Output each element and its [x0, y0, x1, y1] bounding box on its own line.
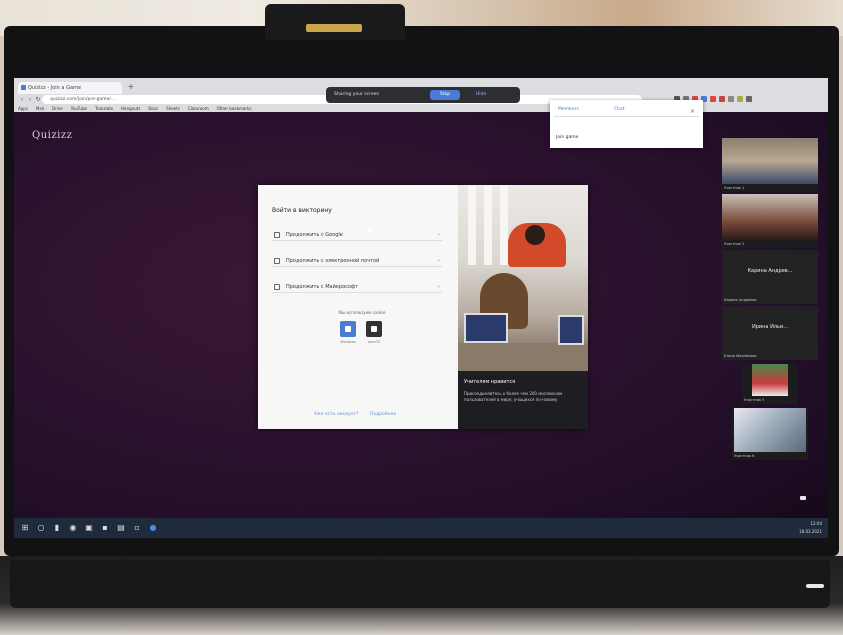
task-view-icon[interactable]: ▮ [52, 523, 62, 533]
extension-icon[interactable] [710, 96, 716, 102]
bookmark[interactable]: Other bookmarks [217, 105, 252, 112]
search-icon[interactable]: ○ [36, 523, 46, 533]
more-link[interactable]: Подробнее [370, 412, 396, 417]
login-link[interactable]: Уже есть аккаунт? [314, 412, 359, 417]
participant-tile[interactable]: Участник 6 [732, 408, 808, 460]
reload-icon[interactable]: ↻ [34, 95, 42, 104]
bookmark[interactable]: Hangouts [121, 105, 140, 112]
start-icon[interactable]: ⊞ [20, 523, 30, 533]
classroom-photo [458, 185, 588, 371]
participant-tile[interactable]: Участник 2 [722, 194, 818, 248]
chevron-icon: › [438, 284, 440, 290]
email-login-option[interactable]: Продолжить с электронной почтой › [272, 255, 442, 267]
google-icon [274, 232, 280, 238]
os-caption: macOS [367, 340, 381, 344]
promo-text: Присоединяйтесь к более чем 200 миллиона… [464, 391, 563, 402]
webcam [265, 4, 405, 40]
app-icon[interactable]: ▪ [100, 523, 110, 533]
participants-panel: Участник 1 Участник 2 Карина Андрев... К… [714, 130, 824, 470]
new-tab-button[interactable]: + [126, 82, 136, 92]
webcam-light [306, 24, 362, 32]
bookmark[interactable]: Drive [52, 105, 63, 112]
extension-icon[interactable] [728, 96, 734, 102]
popup-item[interactable]: Join game [556, 134, 578, 142]
stop-sharing-button[interactable]: Stop [430, 90, 460, 100]
windows-button[interactable] [340, 321, 356, 337]
bookmark[interactable]: Classroom [188, 105, 209, 112]
zoom-icon[interactable]: ● [148, 523, 158, 533]
os-caption: Windows [340, 340, 356, 344]
back-icon[interactable]: ‹ [18, 95, 26, 104]
join-panel: Войти в викторину Продолжить с Google › П… [258, 185, 458, 429]
bookmark[interactable]: YouTube [71, 105, 87, 112]
extension-icon[interactable] [719, 96, 725, 102]
chrome-icon[interactable]: ◉ [68, 523, 78, 533]
profile-icon[interactable] [746, 96, 752, 102]
popup-tab[interactable]: Members [558, 106, 579, 114]
hide-banner-button[interactable]: Hide [466, 90, 496, 100]
apple-icon [371, 326, 377, 332]
extension-icon[interactable] [737, 96, 743, 102]
app-icon[interactable]: ▫ [132, 523, 142, 533]
participant-tile[interactable]: Участник 5 [742, 364, 798, 404]
bookmark[interactable]: Apps [18, 105, 28, 112]
bookmark[interactable]: Mail [36, 105, 44, 112]
favicon-icon [21, 85, 26, 90]
microsoft-icon [274, 284, 280, 290]
bookmark[interactable]: Docs [148, 105, 158, 112]
forward-icon[interactable]: › [26, 95, 34, 104]
participant-tile[interactable]: Ирина Ильи... Елена Михайлова [722, 306, 818, 360]
chevron-icon: › [438, 232, 440, 238]
folder-icon[interactable]: ▣ [84, 523, 94, 533]
participant-tile[interactable]: Участник 1 [722, 138, 818, 192]
os-label: Мы используем cookie [338, 310, 386, 315]
join-dialog: Войти в викторину Продолжить с Google › П… [258, 185, 588, 429]
mail-icon [274, 258, 280, 264]
google-login-option[interactable]: Продолжить с Google › [272, 229, 442, 241]
bookmark[interactable]: Translate [95, 105, 113, 112]
participant-tile[interactable]: Карина Андрев... Карина Андреева [722, 250, 818, 304]
macos-button[interactable] [366, 321, 382, 337]
chevron-icon: › [438, 258, 440, 264]
popup-tab[interactable]: Chat [614, 106, 625, 114]
windows-taskbar: ⊞ ○ ▮ ◉ ▣ ▪ ▤ ▫ ● 12:04 18.03.2021 [14, 518, 828, 538]
microsoft-login-option[interactable]: Продолжить с Майкрософт › [272, 281, 442, 293]
bookmarks-bar: Apps Mail Drive YouTube Translate Hangou… [14, 105, 828, 112]
close-icon[interactable]: × [690, 108, 695, 116]
screen-glare [800, 496, 806, 500]
screen-share-banner: Sharing your screen Stop Hide [326, 87, 520, 103]
app-icon[interactable]: ▤ [116, 523, 126, 533]
meeting-popup: Members Chat × Join game [550, 100, 703, 148]
system-clock[interactable]: 12:04 18.03.2021 [799, 520, 822, 536]
browser-tab[interactable]: Quizizz - Join a Game [18, 82, 122, 94]
app-logo: Quizizz [32, 130, 73, 141]
promo-title: Учителям нравится [464, 379, 516, 385]
monitor-base [10, 560, 830, 608]
power-indicator [806, 584, 824, 588]
promo-panel: Учителям нравится Присоединяйтесь к боле… [458, 185, 588, 429]
monitor-screen: Quizizz - Join a Game + ‹ › ↻ quizizz.co… [14, 78, 828, 538]
dialog-title: Войти в викторину [272, 207, 332, 214]
windows-icon [345, 326, 351, 332]
popup-tabs: Members Chat × [554, 104, 699, 117]
bookmark[interactable]: Sheets [166, 105, 180, 112]
